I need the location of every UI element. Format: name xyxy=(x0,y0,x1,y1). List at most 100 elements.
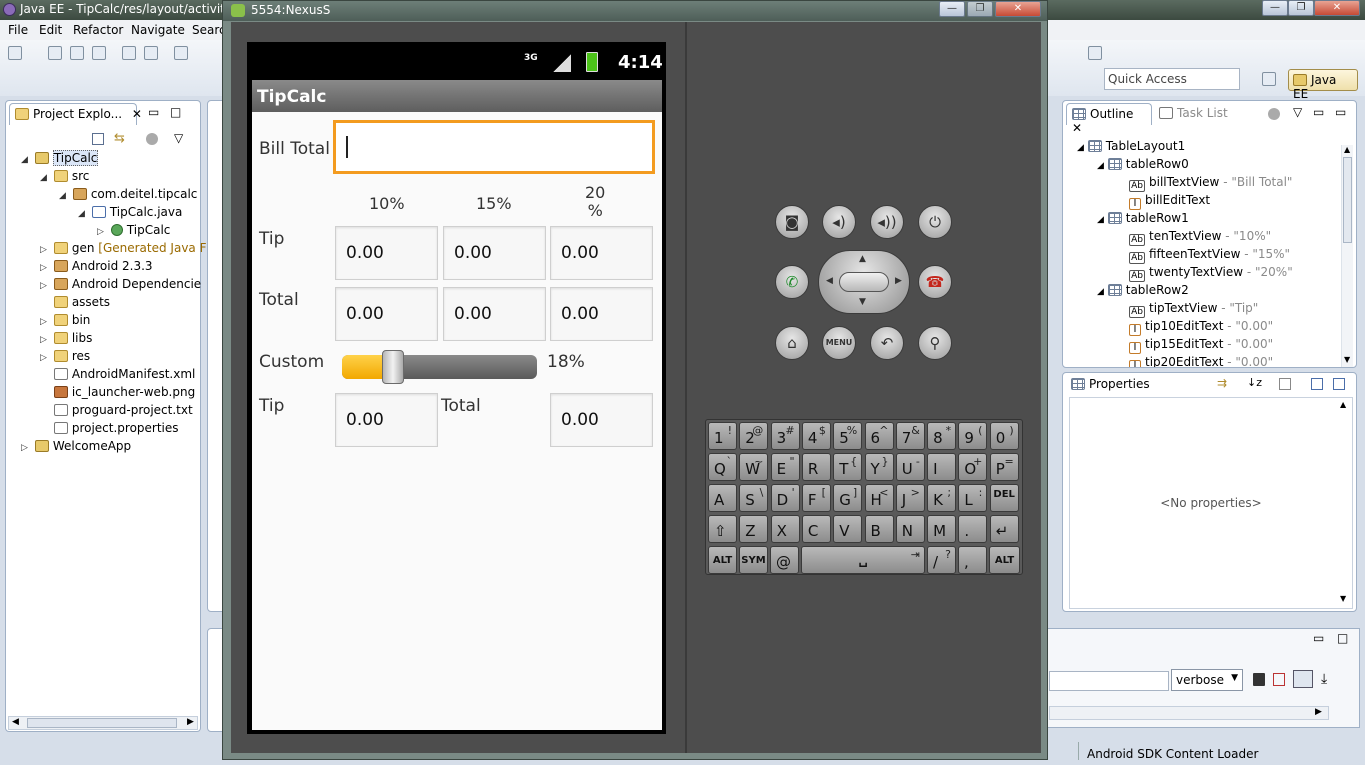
minimize-icon[interactable]: — xyxy=(1262,0,1288,16)
menu-file[interactable]: File xyxy=(8,23,28,37)
keyboard-key[interactable]: 6 ^ xyxy=(864,422,894,450)
keyboard-key[interactable]: S \ xyxy=(739,484,769,512)
tree-item[interactable]: ▷ res xyxy=(40,347,90,365)
keyboard-key[interactable]: J > xyxy=(895,484,925,512)
keyboard-key[interactable]: W ~ xyxy=(739,453,769,481)
keyboard-key[interactable]: 8 * xyxy=(927,422,957,450)
keyboard-key[interactable]: D ' xyxy=(770,484,800,512)
tree-item[interactable]: ▷ Android Dependencie xyxy=(40,275,201,293)
tree-item[interactable]: ▷ proguard-project.txt xyxy=(40,401,193,419)
menu-search[interactable]: Searc xyxy=(192,23,226,37)
keyboard-key[interactable]: B xyxy=(864,515,894,543)
checkbox-icon[interactable] xyxy=(174,46,188,60)
tree-item[interactable]: Ab billTextView - "Bill Total" xyxy=(1129,173,1292,192)
new-icon[interactable] xyxy=(8,46,22,60)
tip-20-field[interactable]: 0.00 xyxy=(550,226,653,280)
back-button[interactable]: ↶ xyxy=(870,326,904,360)
tree-item[interactable]: Itip15EditText - "0.00" xyxy=(1129,335,1273,354)
tab-project-explorer[interactable]: Project Explo... ✕ xyxy=(9,103,142,125)
minimize-icon[interactable]: ▭ xyxy=(148,105,159,119)
vertical-scrollbar[interactable]: ▲ ▼ xyxy=(1341,145,1353,367)
volume-down-button[interactable]: ◂) xyxy=(822,205,856,239)
keyboard-key[interactable]: A xyxy=(708,484,737,512)
dpad-right-icon[interactable]: ▶ xyxy=(895,276,902,286)
tree-item[interactable]: ◢ tableRow1 xyxy=(1097,209,1189,227)
keyboard-key[interactable]: 0) xyxy=(989,422,1019,450)
sort-icon[interactable]: ↓z xyxy=(1247,376,1262,389)
collapse-all-icon[interactable] xyxy=(1333,378,1345,390)
scroll-up-icon[interactable]: ▲ xyxy=(1340,400,1346,409)
end-call-button[interactable]: ☎ xyxy=(918,265,952,299)
power-button[interactable]: ⏻ xyxy=(918,205,952,239)
keyboard-key[interactable]: 3 # xyxy=(770,422,800,450)
log-level-select[interactable]: verbose ▼ xyxy=(1171,669,1243,691)
slider-thumb[interactable] xyxy=(382,350,405,384)
tip-10-field[interactable]: 0.00 xyxy=(335,226,438,280)
toggle-view-icon[interactable] xyxy=(1293,670,1313,688)
link-editor-icon[interactable]: ⇆ xyxy=(114,131,125,146)
expanded-icon[interactable]: ◢ xyxy=(1097,287,1104,297)
tab-outline[interactable]: Outline ✕ xyxy=(1066,103,1152,135)
maximize-icon[interactable]: □ xyxy=(1337,631,1348,645)
collapsed-icon[interactable]: ▷ xyxy=(40,281,50,291)
maximize-icon[interactable]: ❐ xyxy=(1288,0,1314,16)
dpad-left-icon[interactable]: ◀ xyxy=(826,276,833,286)
keyboard-key[interactable]: DEL xyxy=(989,484,1019,512)
keyboard-key[interactable]: 5% xyxy=(833,422,863,450)
view-menu-icon[interactable]: ▽ xyxy=(1293,105,1302,119)
key-sym[interactable]: SYM xyxy=(739,546,768,574)
maximize-icon[interactable]: □ xyxy=(170,105,181,119)
horizontal-scrollbar[interactable]: ▶ xyxy=(1049,706,1329,720)
close-icon[interactable]: ✕ xyxy=(1314,0,1360,16)
camera-button[interactable]: ◙ xyxy=(775,205,809,239)
keyboard-key[interactable]: Q ` xyxy=(708,453,737,481)
menu-navigate[interactable]: Navigate xyxy=(131,23,185,37)
collapse-all-icon[interactable] xyxy=(92,133,104,145)
keyboard-key[interactable]: 7 & xyxy=(895,422,925,450)
keyboard-key[interactable]: N xyxy=(895,515,925,543)
close-icon[interactable]: ✕ xyxy=(132,107,142,121)
close-icon[interactable]: ✕ xyxy=(1072,121,1082,135)
minimize-icon[interactable]: ▭ xyxy=(1313,631,1324,645)
scroll-up-icon[interactable]: ▲ xyxy=(1344,145,1350,154)
tree-item[interactable]: Ab fifteenTextView - "15%" xyxy=(1129,245,1290,264)
sdk-manager-icon[interactable] xyxy=(144,46,158,60)
expanded-icon[interactable]: ◢ xyxy=(59,191,69,201)
keyboard-key[interactable]: 4 $ xyxy=(801,422,831,450)
keyboard-key[interactable]: U- xyxy=(895,453,925,481)
perspective-javaee-button[interactable]: Java EE xyxy=(1288,69,1358,101)
tree-item[interactable]: ◢ tableRow2 xyxy=(1097,281,1189,299)
tree-item[interactable]: ◢ com.deitel.tipcalc xyxy=(59,185,197,203)
keyboard-key[interactable]: 2 @ xyxy=(739,422,769,450)
dpad-up-icon[interactable]: ▲ xyxy=(859,254,866,264)
expanded-icon[interactable]: ◢ xyxy=(78,209,88,219)
keyboard-key[interactable]: L: xyxy=(958,484,988,512)
scroll-down-icon[interactable]: ▼ xyxy=(1340,594,1346,603)
keyboard-key[interactable]: X xyxy=(770,515,800,543)
expanded-icon[interactable]: ◢ xyxy=(1097,161,1104,171)
tip-15-field[interactable]: 0.00 xyxy=(443,226,546,280)
keyboard-key[interactable]: . xyxy=(958,515,988,543)
collapsed-icon[interactable]: ▷ xyxy=(97,227,107,237)
keyboard-key[interactable]: Z xyxy=(739,515,769,543)
filter-icon[interactable] xyxy=(1268,108,1280,120)
collapsed-icon[interactable]: ▷ xyxy=(40,335,50,345)
show-categories-icon[interactable]: ⇉ xyxy=(1217,376,1227,390)
scroll-lock-icon[interactable]: ⤓ xyxy=(1321,671,1327,687)
keyboard-key[interactable]: E " xyxy=(770,453,800,481)
dpad-center-button[interactable] xyxy=(839,272,889,292)
keyboard-key[interactable]: I xyxy=(927,453,957,481)
keyboard-key[interactable]: 1! xyxy=(708,422,737,450)
view-menu-icon[interactable]: ▽ xyxy=(174,131,183,145)
key-slash[interactable]: /? xyxy=(927,546,956,574)
tree-item[interactable]: Ab tipTextView - "Tip" xyxy=(1129,299,1258,318)
keyboard-key[interactable]: F[ xyxy=(801,484,831,512)
home-button[interactable]: ⌂ xyxy=(775,326,809,360)
keyboard-key[interactable]: C xyxy=(801,515,831,543)
call-button[interactable]: ✆ xyxy=(775,265,809,299)
minimize-icon[interactable]: — xyxy=(939,1,965,17)
menu-edit[interactable]: Edit xyxy=(39,23,62,37)
tree-item[interactable]: IbillEditText xyxy=(1129,191,1210,210)
tree-item[interactable]: ▷ bin xyxy=(40,311,90,329)
collapsed-icon[interactable]: ▷ xyxy=(40,245,50,255)
